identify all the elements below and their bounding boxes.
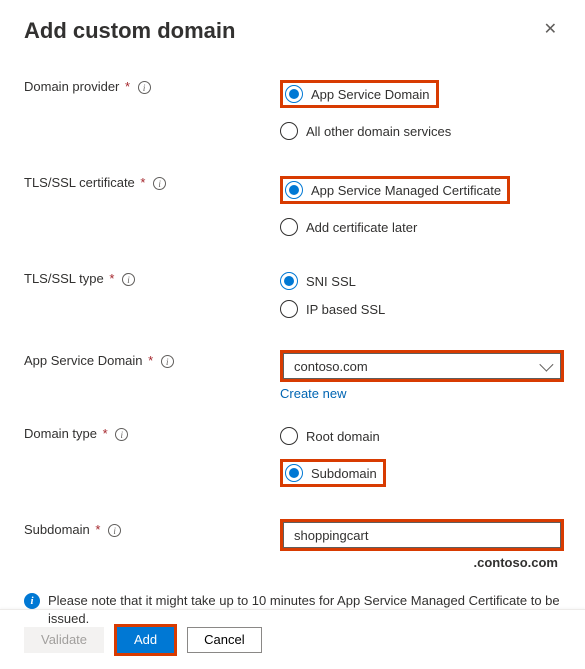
close-button[interactable]: ✕ [540,18,561,42]
radio-label: App Service Domain [311,87,430,102]
cancel-button[interactable]: Cancel [187,627,261,653]
subdomain-input[interactable]: shoppingcart [283,522,561,548]
footer: Validate Add Cancel [0,609,585,669]
radio-icon [280,300,298,318]
required-asterisk: * [109,271,114,286]
radio-label: App Service Managed Certificate [311,183,501,198]
info-icon[interactable]: i [161,355,174,368]
tls-type-label: TLS/SSL type [24,271,104,286]
radio-subdomain[interactable]: Subdomain [280,459,386,487]
radio-root-domain[interactable]: Root domain [280,427,380,445]
info-filled-icon: i [24,593,40,609]
domain-provider-label: Domain provider [24,79,119,94]
required-asterisk: * [125,79,130,94]
panel-title: Add custom domain [24,18,235,44]
required-asterisk: * [140,175,145,190]
radio-app-service-managed-cert[interactable]: App Service Managed Certificate [280,176,510,204]
radio-add-certificate-later[interactable]: Add certificate later [280,218,417,236]
radio-icon [280,218,298,236]
required-asterisk: * [103,426,108,441]
radio-app-service-domain[interactable]: App Service Domain [280,80,439,108]
radio-sni-ssl[interactable]: SNI SSL [280,272,356,290]
domain-type-label: Domain type [24,426,97,441]
info-icon[interactable]: i [138,81,151,94]
validate-button: Validate [24,627,104,653]
radio-icon [285,85,303,103]
radio-icon [285,181,303,199]
radio-label: Subdomain [311,466,377,481]
radio-label: Add certificate later [306,220,417,235]
info-icon[interactable]: i [115,428,128,441]
create-new-link[interactable]: Create new [280,386,346,401]
app-service-domain-label: App Service Domain [24,353,143,368]
radio-icon [280,272,298,290]
radio-icon [280,122,298,140]
tls-certificate-label: TLS/SSL certificate [24,175,135,190]
radio-label: IP based SSL [306,302,385,317]
required-asterisk: * [95,522,100,537]
radio-label: All other domain services [306,124,451,139]
radio-all-other-domain-services[interactable]: All other domain services [280,122,451,140]
radio-label: Root domain [306,429,380,444]
select-value: contoso.com [294,359,368,374]
input-value: shoppingcart [294,528,368,543]
subdomain-label: Subdomain [24,522,90,537]
radio-label: SNI SSL [306,274,356,289]
add-button[interactable]: Add [117,627,174,653]
info-icon[interactable]: i [108,524,121,537]
required-asterisk: * [148,353,153,368]
info-icon[interactable]: i [153,177,166,190]
info-icon[interactable]: i [122,273,135,286]
app-service-domain-select[interactable]: contoso.com [283,353,561,379]
chevron-down-icon [539,358,553,372]
radio-ip-based-ssl[interactable]: IP based SSL [280,300,385,318]
radio-icon [280,427,298,445]
radio-icon [285,464,303,482]
subdomain-suffix: .contoso.com [280,555,564,570]
